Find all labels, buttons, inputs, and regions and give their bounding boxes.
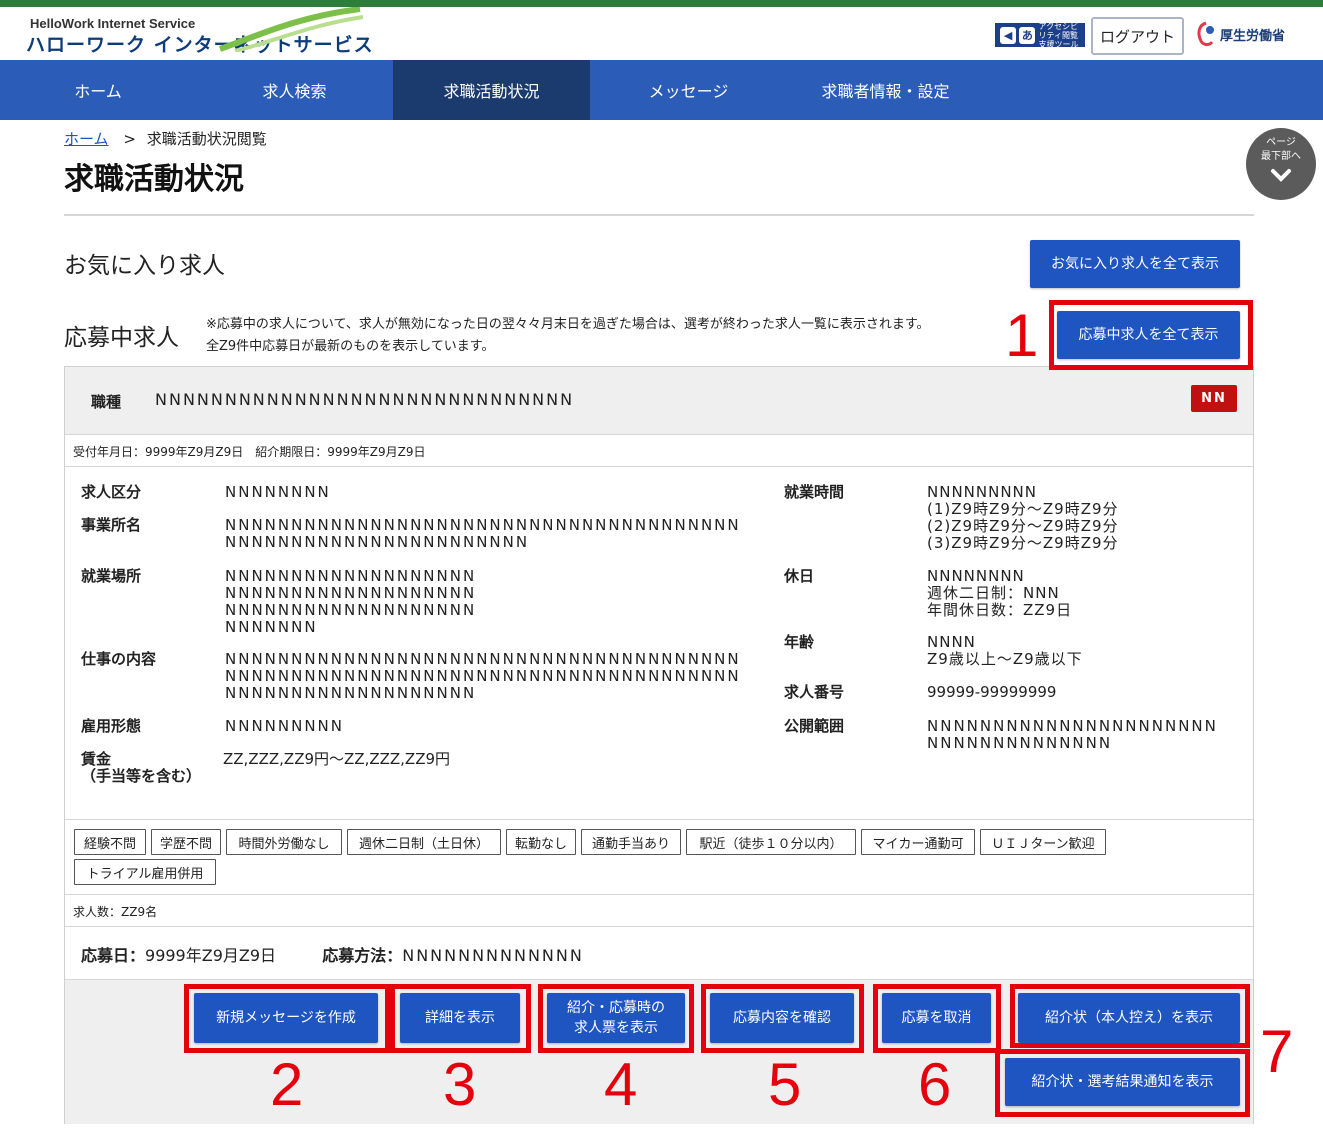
breadcrumb-home-link[interactable]: ホーム bbox=[64, 130, 109, 148]
field-value-job-content: NNNNNNNNNNNNNNNNNNNNNNNNNNNNNNNNNNNNNNNN… bbox=[225, 650, 741, 702]
callout-number-5: 5 bbox=[768, 1051, 802, 1118]
callout-number-1: 1 bbox=[1005, 302, 1039, 369]
callout-box-5 bbox=[701, 984, 864, 1053]
feature-tag: 転勤なし bbox=[506, 829, 576, 855]
chevron-down-icon bbox=[1271, 169, 1291, 182]
feature-tag: 学歴不問 bbox=[151, 829, 221, 855]
callout-box-3 bbox=[390, 984, 531, 1053]
page-title: 求職活動状況 bbox=[64, 162, 244, 197]
show-all-favorites-button[interactable]: お気に入り求人を全て表示 bbox=[1030, 240, 1240, 288]
application-info: 応募日：9999年Z9月Z9日 応募方法：NNNNNNNNNNNNN bbox=[81, 942, 584, 966]
mhlw-emblem-icon bbox=[1197, 21, 1214, 46]
field-value-job-number: 99999-99999999 bbox=[927, 683, 1057, 701]
field-value-public-scope: NNNNNNNNNNNNNNNNNNNNNNNNNNNNNNNNNNNN bbox=[927, 717, 1218, 752]
scroll-button-line2: 最下部へ bbox=[1261, 151, 1301, 162]
field-value-work-location: NNNNNNNNNNNNNNNNNNNNNNNNNNNNNNNNNNNNNNNN… bbox=[225, 567, 477, 636]
field-label-working-hours: 就業時間 bbox=[784, 483, 845, 501]
field-value-working-hours: NNNNNNNNN (1)Z9時Z9分～Z9時Z9分 (2)Z9時Z9分～Z9時… bbox=[927, 483, 1119, 552]
nav-home[interactable]: ホーム bbox=[0, 60, 196, 120]
divider bbox=[65, 894, 1253, 895]
hiragana-icon: あ bbox=[1019, 26, 1036, 44]
mhlw-label: 厚生労働省 bbox=[1220, 28, 1286, 44]
scroll-to-bottom-button[interactable]: ページ 最下部へ bbox=[1246, 128, 1316, 200]
logo-swoosh-icon bbox=[219, 7, 364, 52]
feature-tag: 経験不問 bbox=[74, 829, 146, 855]
field-value-age: NNNN Z9歳以上～Z9歳以下 bbox=[927, 633, 1083, 668]
occupation-value: NNNNNNNNNNNNNNNNNNNNNNNNNNNNNN bbox=[155, 390, 575, 409]
field-label-employment-type: 雇用形態 bbox=[81, 717, 142, 735]
callout-box-7b bbox=[995, 1049, 1250, 1117]
scroll-button-line1: ページ bbox=[1266, 137, 1296, 148]
breadcrumb: ホーム > 求職活動状況閲覧 bbox=[64, 128, 267, 149]
job-dates: 受付年月日：9999年Z9月Z9日 紹介期限日：9999年Z9月Z9日 bbox=[73, 445, 426, 459]
accessibility-tool-label: アクセシビリティ閲覧支援ツール bbox=[1038, 21, 1079, 49]
job-card-header: 職種 NNNNNNNNNNNNNNNNNNNNNNNNNNNNNN NN bbox=[65, 367, 1253, 435]
nav-job-search[interactable]: 求人検索 bbox=[196, 60, 393, 120]
occupation-label: 職種 bbox=[91, 393, 122, 411]
site-header: HelloWork Internet Service ハローワーク インターネッ… bbox=[0, 7, 1323, 60]
title-divider bbox=[64, 214, 1254, 216]
field-label-holidays: 休日 bbox=[784, 567, 815, 585]
callout-box-4 bbox=[538, 984, 694, 1053]
accessibility-tool-button[interactable]: ◀ あ アクセシビリティ閲覧支援ツール bbox=[995, 21, 1085, 49]
favorites-heading: お気に入り求人 bbox=[64, 253, 225, 279]
feature-tag: 週休二日制（土日休） bbox=[347, 829, 501, 855]
logo-english[interactable]: HelloWork Internet Service bbox=[30, 16, 195, 31]
feature-tag: 通勤手当あり bbox=[581, 829, 681, 855]
field-label-job-category: 求人区分 bbox=[81, 483, 142, 501]
breadcrumb-separator: > bbox=[123, 130, 136, 148]
applying-note-line2: 全Z9件中応募日が最新のものを表示しています。 bbox=[206, 339, 495, 354]
field-label-job-number: 求人番号 bbox=[784, 683, 845, 701]
feature-tag: マイカー通勤可 bbox=[861, 829, 975, 855]
global-nav: ホーム 求人検索 求職活動状況 メッセージ 求職者情報・設定 bbox=[0, 60, 1323, 120]
callout-number-6: 6 bbox=[918, 1051, 952, 1118]
field-label-company: 事業所名 bbox=[81, 516, 142, 534]
field-label-public-scope: 公開範囲 bbox=[784, 717, 845, 735]
callout-number-7: 7 bbox=[1260, 1018, 1294, 1085]
callout-number-2: 2 bbox=[270, 1051, 304, 1118]
field-value-employment-type: NNNNNNNNN bbox=[225, 717, 344, 735]
field-value-holidays: NNNNNNNN 週休二日制：NNN 年間休日数：ZZ9日 bbox=[927, 567, 1073, 619]
apply-method-label: 応募方法： bbox=[322, 946, 403, 965]
field-value-company: NNNNNNNNNNNNNNNNNNNNNNNNNNNNNNNNNNNNNNNN… bbox=[225, 516, 741, 551]
field-label-wage: 賃金 （手当等を含む） bbox=[81, 750, 202, 785]
feature-tag: 駅近（徒歩１０分以内） bbox=[686, 829, 856, 855]
callout-box-6 bbox=[873, 984, 1001, 1053]
speaker-icon: ◀ bbox=[1000, 26, 1017, 44]
applying-note-line1: ※応募中の求人について、求人が無効になった日の翌々々月末日を過ぎた場合は、選考が… bbox=[206, 317, 930, 332]
status-badge: NN bbox=[1191, 385, 1237, 412]
applying-heading: 応募中求人 bbox=[64, 325, 179, 351]
mhlw-logo[interactable]: 厚生労働省 bbox=[1195, 21, 1285, 47]
field-value-wage: ZZ,ZZZ,ZZ9円～ZZ,ZZZ,ZZ9円 bbox=[223, 750, 451, 768]
field-label-job-content: 仕事の内容 bbox=[81, 650, 157, 668]
divider bbox=[65, 926, 1253, 927]
apply-date-label: 応募日： bbox=[81, 946, 146, 965]
field-label-age: 年齢 bbox=[784, 633, 815, 651]
feature-tag: トライアル雇用併用 bbox=[74, 859, 216, 885]
top-accent-line bbox=[0, 0, 1323, 7]
logout-button[interactable]: ログアウト bbox=[1091, 17, 1184, 55]
field-value-job-category: NNNNNNNN bbox=[225, 483, 331, 501]
headcount: 求人数：ZZ9名 bbox=[73, 905, 158, 919]
apply-method-value: NNNNNNNNNNNNN bbox=[402, 946, 584, 965]
feature-tag: 時間外労働なし bbox=[226, 829, 342, 855]
divider bbox=[65, 466, 1253, 467]
callout-box-7a bbox=[1010, 984, 1250, 1048]
nav-profile-settings[interactable]: 求職者情報・設定 bbox=[787, 60, 984, 120]
divider bbox=[65, 819, 1253, 820]
nav-job-activity[interactable]: 求職活動状況 bbox=[393, 60, 590, 120]
feature-tag: ＵＩＪターン歓迎 bbox=[980, 829, 1106, 855]
applying-note: ※応募中の求人について、求人が無効になった日の翌々々月末日を過ぎた場合は、選考が… bbox=[206, 314, 930, 358]
callout-number-4: 4 bbox=[604, 1051, 638, 1118]
breadcrumb-current: 求職活動状況閲覧 bbox=[146, 130, 267, 148]
nav-messages[interactable]: メッセージ bbox=[590, 60, 787, 120]
callout-number-3: 3 bbox=[443, 1051, 477, 1118]
callout-box-1 bbox=[1049, 300, 1253, 370]
field-label-work-location: 就業場所 bbox=[81, 567, 142, 585]
apply-date-value: 9999年Z9月Z9日 bbox=[145, 946, 277, 965]
callout-box-2 bbox=[184, 984, 390, 1053]
